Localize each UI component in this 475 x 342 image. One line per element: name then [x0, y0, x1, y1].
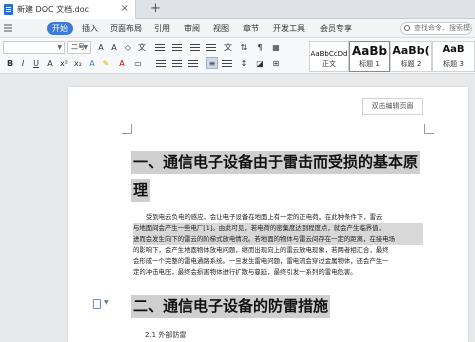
line-spacing-icon[interactable]: ↕ — [238, 58, 250, 70]
style-heading-1-sample: AaBb — [351, 44, 388, 58]
chevron-down-icon: ▼ — [57, 44, 62, 51]
crop-mark-right — [424, 124, 434, 134]
style-heading-3-name: 标题 3 — [443, 60, 464, 68]
style-heading-2[interactable]: AaBb( 标题 2 — [390, 41, 432, 72]
menu-toggle-icon[interactable] — [2, 22, 14, 34]
chinese-layout-icon[interactable]: 文 — [222, 42, 234, 54]
style-heading-3-sample: AaB — [442, 44, 465, 55]
paragraph-line: 受到电云负电的感应，会让电子设备在地面上有一定的正电荷，在此种条件下，雷云 — [146, 213, 383, 221]
text-effect-icon[interactable]: A — [86, 58, 98, 70]
menu-item-view[interactable]: 视图 — [213, 23, 229, 34]
char-border-icon[interactable]: ▭ — [132, 58, 144, 70]
command-search[interactable]: 查找命令、搜索模板 — [400, 22, 472, 35]
style-normal-sample: AaBbCcDd — [310, 50, 348, 58]
crop-mark-left — [122, 124, 132, 134]
search-icon — [404, 25, 410, 31]
decrease-indent-icon[interactable] — [190, 44, 200, 52]
title-bar: 新建 DOC 文档.doc × + — [0, 0, 475, 19]
menu-item-chapter[interactable]: 章节 — [243, 23, 259, 34]
menu-item-start[interactable]: 开始 — [47, 22, 73, 35]
justify-icon[interactable]: ≡ — [206, 57, 218, 69]
style-gallery: AaBbCcDd 正文 AaBb 标题 1 AaBb( 标题 2 AaB 标题 … — [309, 41, 475, 72]
style-heading-2-name: 标题 2 — [400, 60, 422, 68]
command-search-placeholder: 查找命令、搜索模板 — [414, 24, 472, 32]
paragraph-line: 定的冲击电压，最终会损害物体进行扩散与蔓延，最终引发一系列的雷电危害。 — [133, 268, 357, 276]
font-size-select[interactable]: 二号 ▼ — [67, 41, 91, 54]
numbered-list-icon[interactable] — [172, 44, 182, 52]
border-icon[interactable]: ⊞ — [270, 58, 282, 70]
paragraph-line: 会形成一个完整的雷电通路系统。一旦发生雷电问题，雷电流会穿过金属物体，还会产生一 — [133, 257, 389, 265]
subheading[interactable]: 2.1 外部防雷 — [145, 330, 186, 340]
clear-format-icon[interactable]: ◇ — [122, 42, 134, 54]
document-tab-title: 新建 DOC 文档.doc — [17, 5, 90, 14]
superscript-icon[interactable]: x² — [58, 58, 70, 70]
style-heading-2-sample: AaBb( — [392, 44, 430, 57]
strikethrough-icon[interactable]: A — [44, 58, 56, 70]
document-icon — [4, 4, 13, 15]
ribbon-toolbar: ▼ 二号 ▼ A A ◇ 文 B I U A x² x₂ A ✎ A ▭ 文 ⇅… — [0, 38, 475, 74]
shading-icon[interactable]: ◪ — [254, 58, 266, 70]
table-icon[interactable]: ▦ — [270, 42, 282, 54]
paragraph-marker-icon[interactable] — [93, 299, 101, 309]
menu-item-developer[interactable]: 开发工具 — [273, 23, 305, 34]
bullet-list-icon[interactable] — [155, 44, 165, 52]
underline-icon[interactable]: U — [30, 58, 42, 70]
document-tab[interactable]: 新建 DOC 文档.doc × — [0, 0, 136, 19]
menu-item-references[interactable]: 引用 — [154, 23, 170, 34]
highlight-icon[interactable]: ✎ — [100, 58, 112, 70]
align-left-icon[interactable] — [156, 60, 166, 68]
body-paragraph[interactable]: 受到电云负电的感应，会让电子设备在地面上有一定的正电荷，在此种条件下，雷云 与地… — [133, 212, 423, 278]
font-name-select[interactable]: ▼ — [3, 41, 65, 54]
menu-item-review[interactable]: 审阅 — [184, 23, 200, 34]
heading-1-line-2[interactable]: 理 — [131, 179, 151, 202]
style-heading-3[interactable]: AaB 标题 3 — [432, 41, 475, 72]
menu-item-insert[interactable]: 插入 — [82, 23, 98, 34]
edit-header-hint[interactable]: 双击编辑页眉 — [362, 98, 423, 115]
heading-1-line-1[interactable]: 一、通信电子设备由于雷击而受损的基本原 — [131, 151, 421, 174]
shrink-font-icon[interactable]: A — [108, 42, 120, 54]
menu-item-member[interactable]: 会员专享 — [320, 23, 352, 34]
distributed-icon[interactable] — [222, 60, 232, 68]
style-normal[interactable]: AaBbCcDd 正文 — [309, 41, 349, 72]
tab-close-icon[interactable]: × — [121, 3, 129, 14]
menu-item-page-layout[interactable]: 页面布局 — [110, 23, 142, 34]
menu-bar: 开始 插入 页面布局 引用 审阅 视图 章节 开发工具 会员专享 查找命令、搜索… — [0, 19, 475, 38]
increase-indent-icon[interactable] — [206, 44, 216, 52]
subscript-icon[interactable]: x₂ — [72, 58, 84, 70]
align-right-icon[interactable] — [188, 60, 198, 68]
style-heading-1-name: 标题 1 — [359, 60, 380, 68]
grow-font-icon[interactable]: A — [95, 42, 107, 54]
align-center-icon[interactable] — [172, 60, 182, 68]
chevron-down-icon[interactable]: ▼ — [104, 299, 109, 306]
paragraph-line: 与地面间会产生一些电厂[1]。由此可见，若电荷的密集度达到程度点，就会产生临界值… — [133, 223, 423, 234]
show-marks-icon[interactable]: ¶ — [254, 42, 266, 54]
paragraph-line: 的影响下，会产生地面物体放电问题，继而出现向上的雷云放电现象，若两者相汇合，最终 — [133, 246, 389, 254]
style-normal-name: 正文 — [322, 60, 336, 68]
font-color-icon[interactable]: A — [116, 58, 128, 70]
chevron-down-icon: ▼ — [83, 44, 88, 51]
italic-icon[interactable]: I — [17, 58, 29, 70]
sort-icon[interactable]: ⇅ — [238, 42, 250, 54]
heading-2[interactable]: 二、通信电子设备的防雷措施 — [131, 295, 331, 318]
phonetic-icon[interactable]: 文 — [136, 42, 148, 54]
style-heading-1[interactable]: AaBb 标题 1 — [349, 41, 390, 72]
new-tab-icon[interactable]: + — [150, 1, 161, 16]
paragraph-line: 进而会发生向下的雷云的阶梯式放电情况。若地面的物体与雷云间存在一定的距离，在接电… — [133, 234, 423, 245]
bold-icon[interactable]: B — [4, 58, 16, 70]
